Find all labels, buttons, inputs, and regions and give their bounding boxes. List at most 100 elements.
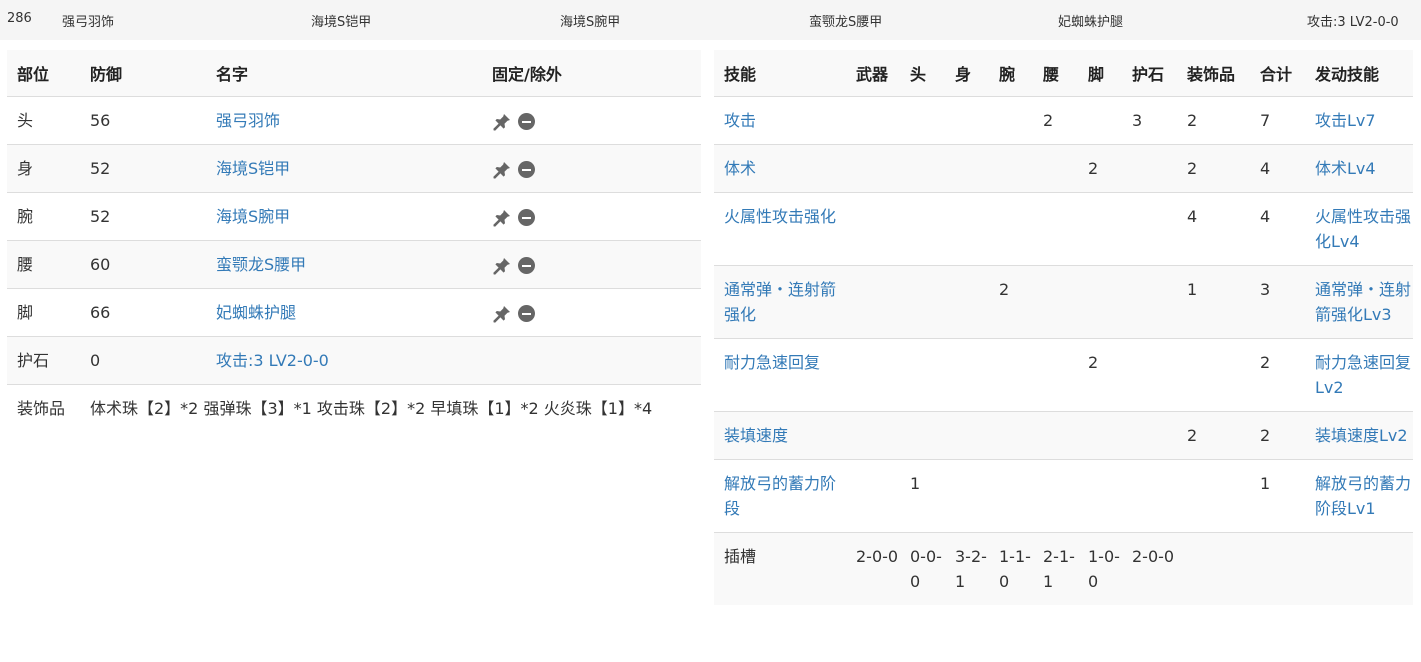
skill-leg-value: 2: [1078, 144, 1122, 193]
skill-head-value: [900, 411, 945, 460]
slots-row: 插槽 2-0-0 0-0-0 3-2-1 1-1-0 2-1-1 1-0-0 2…: [714, 532, 1413, 605]
skill-charm-value: [1122, 265, 1177, 339]
table-row: 脚 66 妃蜘蛛护腿: [7, 288, 701, 337]
skill-charm-value: 3: [1122, 96, 1177, 145]
active-skill-link[interactable]: 装填速度Lv2: [1315, 426, 1408, 445]
skill-leg-value: [1078, 459, 1122, 533]
skill-arm-value: 2: [989, 265, 1033, 339]
slots-leg: 1-0-0: [1078, 532, 1122, 605]
charm-name-link[interactable]: 攻击:3 LV2-0-0: [216, 351, 329, 370]
header-active-skill: 发动技能: [1305, 50, 1413, 97]
table-row: 护石 0 攻击:3 LV2-0-0: [7, 336, 701, 385]
skill-deco-value: 1: [1177, 265, 1250, 339]
pin-icon[interactable]: [492, 304, 512, 324]
skill-charm-value: [1122, 144, 1177, 193]
skill-arm-value: [989, 411, 1033, 460]
armor-part: 头: [7, 96, 80, 145]
skill-waist-value: [1033, 459, 1078, 533]
skill-arm-value: [989, 144, 1033, 193]
skill-head-value: [900, 192, 945, 266]
skill-weapon-value: [846, 144, 900, 193]
skill-deco-value: [1177, 338, 1250, 412]
header-arm: 腕: [989, 50, 1033, 97]
decorations-value: 体术珠【2】*2 强弹珠【3】*1 攻击珠【2】*2 早填珠【1】*2 火炎珠【…: [80, 384, 701, 432]
minus-circle-icon[interactable]: [518, 209, 535, 226]
minus-circle-icon[interactable]: [518, 113, 535, 130]
slots-charm: 2-0-0: [1122, 532, 1177, 605]
skill-body-value: [945, 338, 989, 412]
active-skill-link[interactable]: 耐力急速回复Lv2: [1315, 353, 1411, 397]
armor-defense: 52: [80, 192, 206, 241]
pin-icon[interactable]: [492, 112, 512, 132]
table-row: 通常弹・连射箭强化 2 1 3 通常弹・连射箭强化Lv3: [714, 265, 1413, 339]
pin-icon[interactable]: [492, 160, 512, 180]
table-row: 火属性攻击强化 4 4 火属性攻击强化Lv4: [714, 192, 1413, 266]
header-fix-exclude: 固定/除外: [482, 50, 701, 97]
skill-body-value: [945, 192, 989, 266]
armor-defense: 56: [80, 96, 206, 145]
skill-deco-value: 2: [1177, 144, 1250, 193]
skill-arm-value: [989, 96, 1033, 145]
skill-charm-value: [1122, 411, 1177, 460]
skills-panel: 技能 武器 头 身 腕 腰 脚 护石 装饰品 合计 发动技能 攻击 2 3 2 7 攻击L…: [714, 50, 1413, 605]
armor-name-link[interactable]: 强弓羽饰: [216, 111, 280, 130]
table-row: 腰 60 蛮颚龙S腰甲: [7, 240, 701, 289]
skill-head-value: 1: [900, 459, 945, 533]
skill-weapon-value: [846, 96, 900, 145]
slots-waist: 2-1-1: [1033, 532, 1078, 605]
header-decoration: 装饰品: [1177, 50, 1250, 97]
active-skill-link[interactable]: 火属性攻击强化Lv4: [1315, 207, 1411, 251]
skill-leg-value: 2: [1078, 338, 1122, 412]
skill-waist-value: [1033, 338, 1078, 412]
skill-name-link[interactable]: 耐力急速回复: [724, 353, 820, 372]
skill-waist-value: [1033, 192, 1078, 266]
minus-circle-icon[interactable]: [518, 305, 535, 322]
skill-deco-value: 2: [1177, 96, 1250, 145]
armor-table-header: 部位 防御 名字 固定/除外: [7, 50, 701, 97]
skill-arm-value: [989, 338, 1033, 412]
header-name: 名字: [206, 50, 482, 97]
skill-name-link[interactable]: 体术: [724, 159, 756, 178]
summary-body: 海境S铠甲: [311, 15, 372, 30]
skill-deco-value: 4: [1177, 192, 1250, 266]
skill-name-link[interactable]: 装填速度: [724, 426, 788, 445]
active-skill-link[interactable]: 体术Lv4: [1315, 159, 1376, 178]
skill-leg-value: [1078, 265, 1122, 339]
skill-name-link[interactable]: 攻击: [724, 111, 756, 130]
skill-head-value: [900, 338, 945, 412]
table-row: 解放弓的蓄力阶段 1 1 解放弓的蓄力阶段Lv1: [714, 459, 1413, 533]
summary-arm: 海境S腕甲: [560, 15, 621, 30]
skill-body-value: [945, 96, 989, 145]
skill-head-value: [900, 96, 945, 145]
skill-name-link[interactable]: 火属性攻击强化: [724, 207, 836, 226]
table-row: 装填速度 2 2 装填速度Lv2: [714, 411, 1413, 460]
skill-leg-value: [1078, 96, 1122, 145]
armor-name-link[interactable]: 海境S铠甲: [216, 159, 290, 178]
pin-icon[interactable]: [492, 208, 512, 228]
skill-name-link[interactable]: 通常弹・连射箭强化: [724, 280, 836, 324]
table-row: 腕 52 海境S腕甲: [7, 192, 701, 241]
slots-body: 3-2-1: [945, 532, 989, 605]
header-skill: 技能: [714, 50, 846, 97]
skill-body-value: [945, 265, 989, 339]
skill-head-value: [900, 144, 945, 193]
active-skill-link[interactable]: 通常弹・连射箭强化Lv3: [1315, 280, 1411, 324]
table-row: 头 56 强弓羽饰: [7, 96, 701, 145]
skill-total-value: 4: [1250, 192, 1305, 266]
minus-circle-icon[interactable]: [518, 257, 535, 274]
armor-part: 腕: [7, 192, 80, 241]
active-skill-link[interactable]: 解放弓的蓄力阶段Lv1: [1315, 474, 1411, 518]
skill-head-value: [900, 265, 945, 339]
result-summary-bar: 286 强弓羽饰 海境S铠甲 海境S腕甲 蛮颚龙S腰甲 妃蜘蛛护腿 攻击:3 L…: [0, 0, 1421, 40]
armor-defense: 60: [80, 240, 206, 289]
armor-table: 部位 防御 名字 固定/除外 头 56 强弓羽饰 身 52 海境S铠甲 腕 52…: [7, 50, 701, 432]
armor-name-link[interactable]: 妃蜘蛛护腿: [216, 303, 296, 322]
active-skill-link[interactable]: 攻击Lv7: [1315, 111, 1376, 130]
slots-weapon: 2-0-0: [846, 532, 900, 605]
pin-icon[interactable]: [492, 256, 512, 276]
minus-circle-icon[interactable]: [518, 161, 535, 178]
header-head: 头: [900, 50, 945, 97]
armor-name-link[interactable]: 海境S腕甲: [216, 207, 290, 226]
armor-name-link[interactable]: 蛮颚龙S腰甲: [216, 255, 306, 274]
skill-name-link[interactable]: 解放弓的蓄力阶段: [724, 474, 836, 518]
